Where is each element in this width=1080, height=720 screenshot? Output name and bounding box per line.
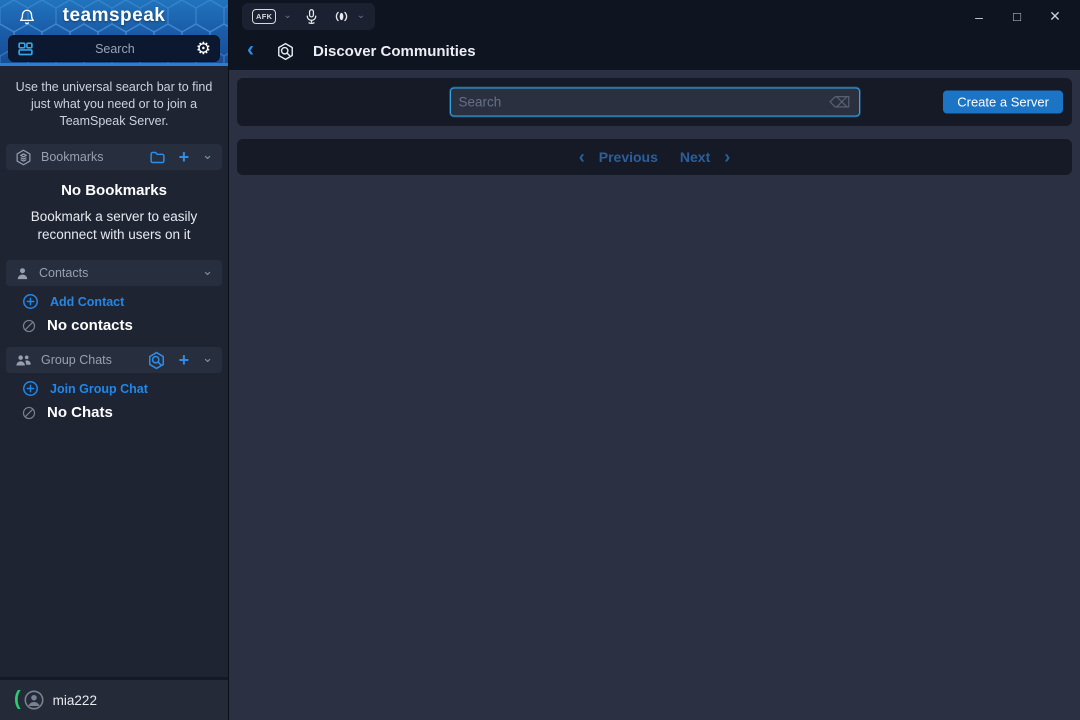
join-group-chat-row[interactable]: Join Group Chat [22,380,228,397]
window-controls: – □ ✕ [971,8,1080,25]
minimize-button[interactable]: – [971,9,987,25]
username: mia222 [53,693,97,708]
no-bookmarks-title: No Bookmarks [0,182,228,199]
user-panel[interactable]: ( mia222 [0,677,228,720]
none-icon [22,406,36,420]
no-contacts-row: No contacts [22,317,228,334]
add-contact-link[interactable]: Add Contact [50,295,124,309]
group-chats-label: Group Chats [41,353,138,367]
bell-icon[interactable] [18,8,36,26]
bookmarks-icon [15,149,32,166]
avatar[interactable] [23,689,45,711]
afk-chevron-down-icon[interactable]: ⌄ [283,10,291,21]
people-icon [15,352,32,369]
contacts-chevron-down-icon[interactable]: ⌄ [202,266,213,276]
top-bar: AFK ⌄ ⌄ [229,0,1080,33]
no-bookmarks-description: Bookmark a server to easily reconnect wi… [18,208,210,244]
community-search-field[interactable]: ⌫ [450,88,860,117]
contacts-section-header[interactable]: Contacts ⌄ [6,260,222,286]
gear-icon[interactable]: ⚙ [196,39,211,59]
add-bookmark-icon[interactable]: + [179,150,190,164]
close-button[interactable]: ✕ [1047,8,1063,25]
next-chevron-icon[interactable]: › [724,147,730,168]
sidebar: teamspeak ⚙ Use the universal search bar… [0,0,229,720]
create-server-button[interactable]: Create a Server [943,91,1063,114]
previous-chevron-icon[interactable]: ‹ [579,147,585,168]
clear-search-icon[interactable]: ⌫ [829,93,850,111]
no-chats-row: No Chats [22,404,228,421]
main-area: AFK ⌄ ⌄ [229,0,1080,720]
sidebar-body: Use the universal search bar to find jus… [0,66,228,677]
nav-bar: ‹ Discover Communities [229,33,1080,70]
audio-controls: AFK ⌄ ⌄ [242,3,375,30]
bookmarks-label: Bookmarks [41,150,140,164]
maximize-button[interactable]: □ [1009,9,1025,24]
sidebar-help-text: Use the universal search bar to find jus… [14,79,214,130]
next-page-link[interactable]: Next [680,149,710,165]
person-icon [15,266,30,281]
dashboard-icon[interactable] [17,40,34,57]
content-area: ⌫ Create a Server ‹ Previous Next › [229,70,1080,720]
no-chats-text: No Chats [47,404,113,421]
group-chats-section-header[interactable]: Group Chats + ⌄ [6,347,222,373]
contacts-label: Contacts [39,266,193,280]
speaker-chevron-down-icon[interactable]: ⌄ [357,10,365,21]
bookmarks-chevron-down-icon[interactable]: ⌄ [202,150,213,160]
add-contact-row[interactable]: Add Contact [22,293,228,310]
folder-icon[interactable] [149,149,166,166]
pagination-bar: ‹ Previous Next › [237,139,1072,175]
previous-page-link[interactable]: Previous [599,149,658,165]
afk-button[interactable]: AFK [252,9,276,24]
back-button[interactable]: ‹ [247,40,254,60]
teamspeak-logo: teamspeak [63,5,166,27]
speaker-icon[interactable] [333,8,350,25]
search-toolbar: ⌫ Create a Server [237,78,1072,126]
none-icon [22,319,36,333]
discover-communities-icon [276,42,295,61]
join-group-chat-link[interactable]: Join Group Chat [50,382,148,396]
discover-group-chat-icon[interactable] [147,351,166,370]
sidebar-search-bar[interactable]: ⚙ [8,35,220,62]
sidebar-logo-row: teamspeak [0,0,228,34]
sidebar-header: teamspeak ⚙ [0,0,228,66]
page-title: Discover Communities [313,43,476,60]
sidebar-search-input[interactable] [34,42,196,56]
new-group-chat-icon[interactable]: + [179,353,190,367]
microphone-icon[interactable] [303,8,320,25]
talk-indicator-icon: ( [14,688,21,711]
bookmarks-section-header[interactable]: Bookmarks + ⌄ [6,144,222,170]
no-contacts-text: No contacts [47,317,133,334]
group-chats-chevron-down-icon[interactable]: ⌄ [202,353,213,363]
circled-plus-icon [22,380,39,397]
community-search-input[interactable] [459,95,830,110]
teamspeak-window: teamspeak ⚙ Use the universal search bar… [0,0,1080,720]
circled-plus-icon [22,293,39,310]
